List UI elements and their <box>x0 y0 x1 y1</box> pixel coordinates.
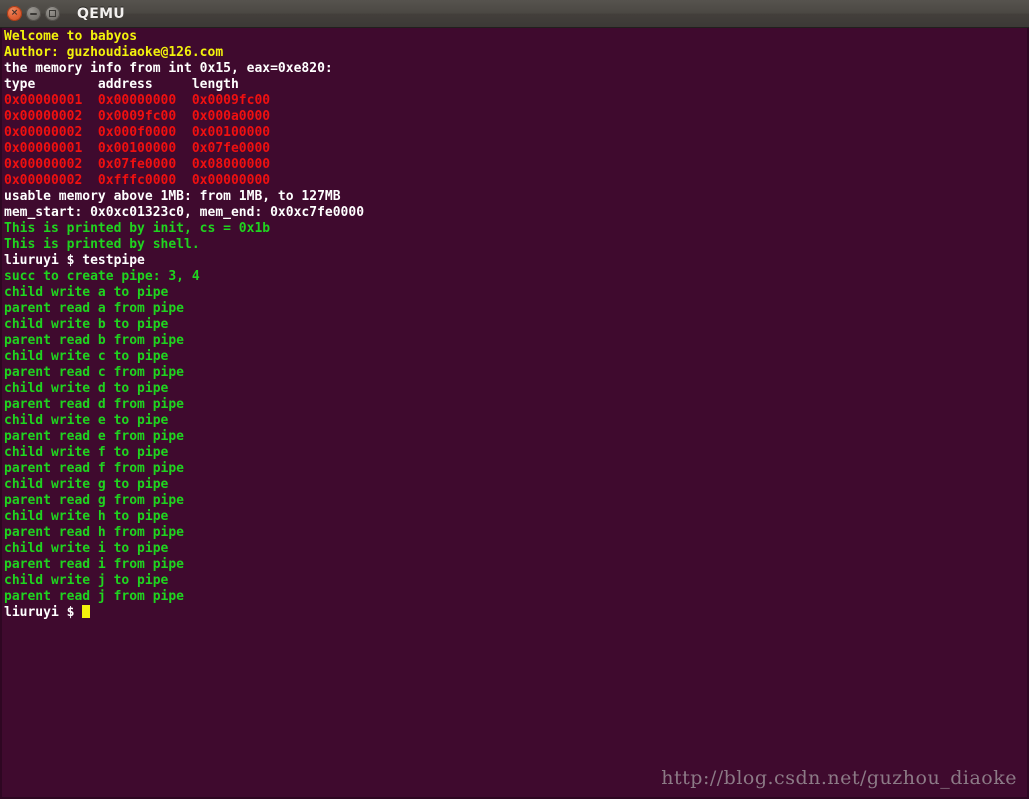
child-write-line: child write f to pipe <box>4 445 169 460</box>
init-message: This is printed by init, cs = 0x1b <box>4 221 271 236</box>
window-titlebar: × QEMU <box>0 0 1029 28</box>
close-button[interactable]: × <box>7 6 22 21</box>
parent-read-line: parent read f from pipe <box>4 461 185 476</box>
mem-range-line: mem_start: 0x0xc01323c0, mem_end: 0x0xc7… <box>4 205 365 220</box>
usable-memory-line: usable memory above 1MB: from 1MB, to 12… <box>4 189 341 204</box>
terminal-output: Welcome to babyos Author: guzhoudiaoke@12… <box>4 29 364 621</box>
child-write-line: child write j to pipe <box>4 573 169 588</box>
child-write-line: child write a to pipe <box>4 285 169 300</box>
parent-read-line: parent read h from pipe <box>4 525 185 540</box>
child-write-line: child write b to pipe <box>4 317 169 332</box>
memory-table-row: 0x00000001 0x00100000 0x07fe0000 <box>4 141 271 156</box>
parent-read-line: parent read e from pipe <box>4 429 185 444</box>
memory-info-heading: the memory info from int 0x15, eax=0xe82… <box>4 61 333 76</box>
parent-read-line: parent read a from pipe <box>4 301 185 316</box>
memory-table-row: 0x00000002 0x07fe0000 0x08000000 <box>4 157 271 172</box>
maximize-button[interactable] <box>45 6 60 21</box>
pipe-created-line: succ to create pipe: 3, 4 <box>4 269 200 284</box>
final-prompt-line: liuruyi $ <box>4 605 364 621</box>
prompt-command-line: liuruyi $ testpipe <box>4 253 145 268</box>
init-message: This is printed by shell. <box>4 237 200 252</box>
child-write-line: child write h to pipe <box>4 509 169 524</box>
watermark: http://blog.csdn.net/guzhou_diaoke <box>661 767 1017 789</box>
parent-read-line: parent read j from pipe <box>4 589 185 604</box>
memory-table-row: 0x00000002 0x000f0000 0x00100000 <box>4 125 271 140</box>
parent-read-line: parent read g from pipe <box>4 493 185 508</box>
parent-read-line: parent read i from pipe <box>4 557 185 572</box>
memory-table-row: 0x00000002 0xfffc0000 0x00000000 <box>4 173 271 188</box>
memory-table-row: 0x00000001 0x00000000 0x0009fc00 <box>4 93 271 108</box>
parent-read-line: parent read d from pipe <box>4 397 185 412</box>
child-write-line: child write e to pipe <box>4 413 169 428</box>
banner-line: Author: guzhoudiaoke@126.com <box>4 45 224 60</box>
child-write-line: child write c to pipe <box>4 349 169 364</box>
memory-table-row: 0x00000002 0x0009fc00 0x000a0000 <box>4 109 271 124</box>
child-write-line: child write d to pipe <box>4 381 169 396</box>
terminal-cursor <box>82 605 91 618</box>
window-title: QEMU <box>77 5 125 22</box>
child-write-line: child write i to pipe <box>4 541 169 556</box>
close-icon: × <box>10 8 19 18</box>
memory-table-header: type address length <box>4 77 239 92</box>
minimize-icon <box>30 12 37 15</box>
minimize-button[interactable] <box>26 6 41 21</box>
child-write-line: child write g to pipe <box>4 477 169 492</box>
banner-line: Welcome to babyos <box>4 29 138 44</box>
terminal-screen[interactable]: Welcome to babyos Author: guzhoudiaoke@12… <box>0 28 1029 799</box>
parent-read-line: parent read b from pipe <box>4 333 185 348</box>
maximize-icon <box>49 10 56 17</box>
parent-read-line: parent read c from pipe <box>4 365 185 380</box>
qemu-window: × QEMU Welcome to babyos Author: guzhoudi… <box>0 0 1029 799</box>
